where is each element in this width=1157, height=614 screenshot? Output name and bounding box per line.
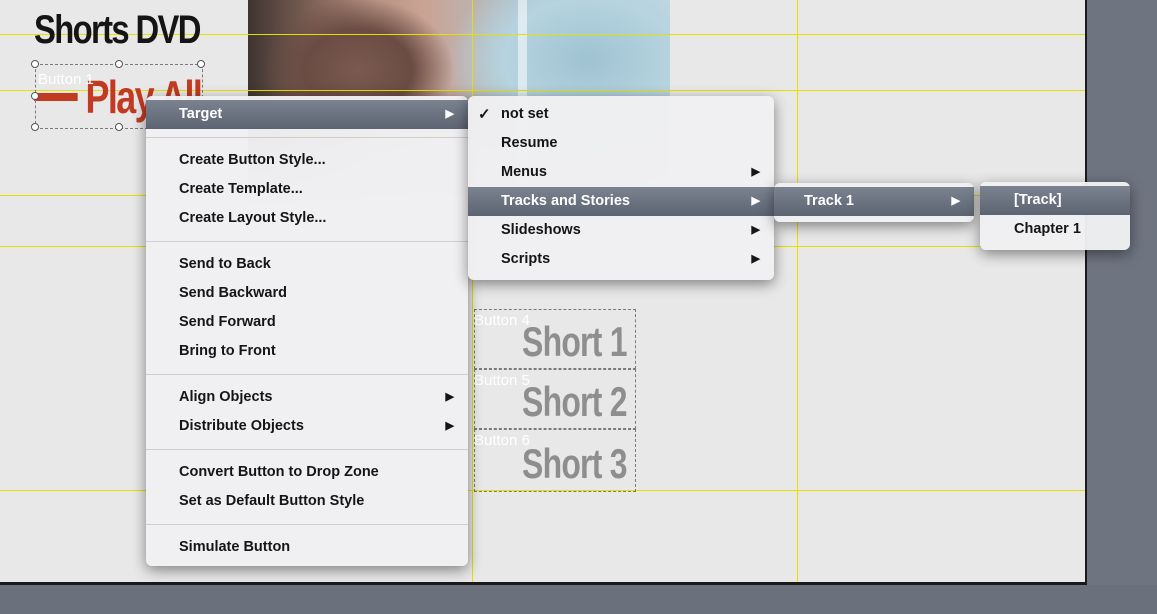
menu-item-label: Bring to Front — [179, 343, 276, 359]
submenu-arrow-icon: ▶ — [445, 391, 454, 403]
menu-item-convert-to-drop-zone[interactable]: Convert Button to Drop Zone — [146, 458, 468, 487]
menu-item-not-set[interactable]: ✓ not set — [468, 100, 774, 129]
menu-item-label: Slideshows — [501, 222, 581, 238]
menu-item-label: [Track] — [1014, 192, 1062, 208]
menu-separator — [146, 524, 468, 525]
menu-item-send-forward[interactable]: Send Forward — [146, 308, 468, 337]
menu-separator — [146, 137, 468, 138]
track-1-submenu: [Track] Chapter 1 — [980, 182, 1130, 250]
menu-item-label: Set as Default Button Style — [179, 493, 365, 509]
menu-item-create-layout-style[interactable]: Create Layout Style... — [146, 204, 468, 233]
menu-item-menus[interactable]: Menus ▶ — [468, 158, 774, 187]
resize-handle[interactable] — [115, 60, 123, 68]
submenu-arrow-icon: ▶ — [751, 253, 760, 265]
tracks-submenu: Track 1 ▶ — [774, 183, 974, 222]
menu-item-label: Convert Button to Drop Zone — [179, 464, 379, 480]
menu-item-resume[interactable]: Resume — [468, 129, 774, 158]
menu-item-label: Distribute Objects — [179, 418, 304, 434]
menu-item-label: Target — [179, 106, 223, 122]
menu-item-label: Track 1 — [804, 193, 854, 209]
menu-item-label: Tracks and Stories — [501, 193, 630, 209]
menu-item-track[interactable]: [Track] — [980, 186, 1130, 215]
resize-handle[interactable] — [115, 123, 123, 131]
menu-item-scripts[interactable]: Scripts ▶ — [468, 245, 774, 274]
menu-item-tracks-and-stories[interactable]: Tracks and Stories ▶ — [468, 187, 774, 216]
menu-item-set-default-button-style[interactable]: Set as Default Button Style — [146, 487, 468, 516]
menu-item-label: Menus — [501, 164, 547, 180]
menu-item-align-objects[interactable]: Align Objects ▶ — [146, 383, 468, 412]
menu-item-create-button-style[interactable]: Create Button Style... — [146, 146, 468, 175]
guide-line[interactable] — [797, 0, 798, 582]
menu-separator — [146, 449, 468, 450]
checkmark-icon: ✓ — [478, 106, 491, 123]
resize-handle[interactable] — [31, 60, 39, 68]
guide-line[interactable] — [472, 0, 473, 582]
submenu-arrow-icon: ▶ — [445, 108, 454, 120]
menu-item-label: Send Backward — [179, 285, 287, 301]
menu-separator — [146, 241, 468, 242]
submenu-arrow-icon: ▶ — [751, 195, 760, 207]
target-submenu: ✓ not set Resume Menus ▶ Tracks and Storie… — [468, 96, 774, 280]
menu-separator — [146, 374, 468, 375]
menu-item-label: Create Template... — [179, 181, 303, 197]
submenu-arrow-icon: ▶ — [751, 224, 760, 236]
menu-item-label: Send Forward — [179, 314, 276, 330]
menu-item-label: not set — [501, 106, 549, 122]
menu-item-label: Align Objects — [179, 389, 273, 405]
menu-item-label: Chapter 1 — [1014, 221, 1081, 237]
resize-handle[interactable] — [31, 123, 39, 131]
menu-item-label: Send to Back — [179, 256, 271, 272]
resize-handle[interactable] — [31, 92, 39, 100]
menu-item-send-backward[interactable]: Send Backward — [146, 279, 468, 308]
menu-item-send-to-back[interactable]: Send to Back — [146, 250, 468, 279]
short-1-label: Short 1 — [522, 318, 627, 365]
button-tag-label: Button 1 — [38, 71, 94, 88]
bottom-bar — [0, 585, 1157, 614]
resize-handle[interactable] — [197, 60, 205, 68]
short-3-label: Short 3 — [522, 440, 627, 487]
menu-item-create-template[interactable]: Create Template... — [146, 175, 468, 204]
menu-item-slideshows[interactable]: Slideshows ▶ — [468, 216, 774, 245]
submenu-arrow-icon: ▶ — [445, 420, 454, 432]
menu-item-target[interactable]: Target ▶ — [146, 100, 468, 129]
menu-item-label: Scripts — [501, 251, 551, 267]
menu-item-label: Resume — [501, 135, 558, 151]
menu-item-distribute-objects[interactable]: Distribute Objects ▶ — [146, 412, 468, 441]
menu-item-chapter-1[interactable]: Chapter 1 — [980, 215, 1130, 244]
menu-item-label: Simulate Button — [179, 539, 291, 555]
canvas-border — [1085, 0, 1087, 585]
menu-item-simulate-button[interactable]: Simulate Button — [146, 533, 468, 562]
short-2-label: Short 2 — [522, 378, 627, 425]
menu-item-label: Create Layout Style... — [179, 210, 327, 226]
submenu-arrow-icon: ▶ — [751, 166, 760, 178]
menu-item-track-1[interactable]: Track 1 ▶ — [774, 187, 974, 216]
menu-title-text[interactable]: Shorts DVD — [34, 8, 201, 53]
context-menu: Target ▶ Create Button Style... Create Te… — [146, 96, 468, 566]
submenu-arrow-icon: ▶ — [951, 195, 960, 207]
menu-item-bring-to-front[interactable]: Bring to Front — [146, 337, 468, 366]
menu-item-label: Create Button Style... — [179, 152, 326, 168]
